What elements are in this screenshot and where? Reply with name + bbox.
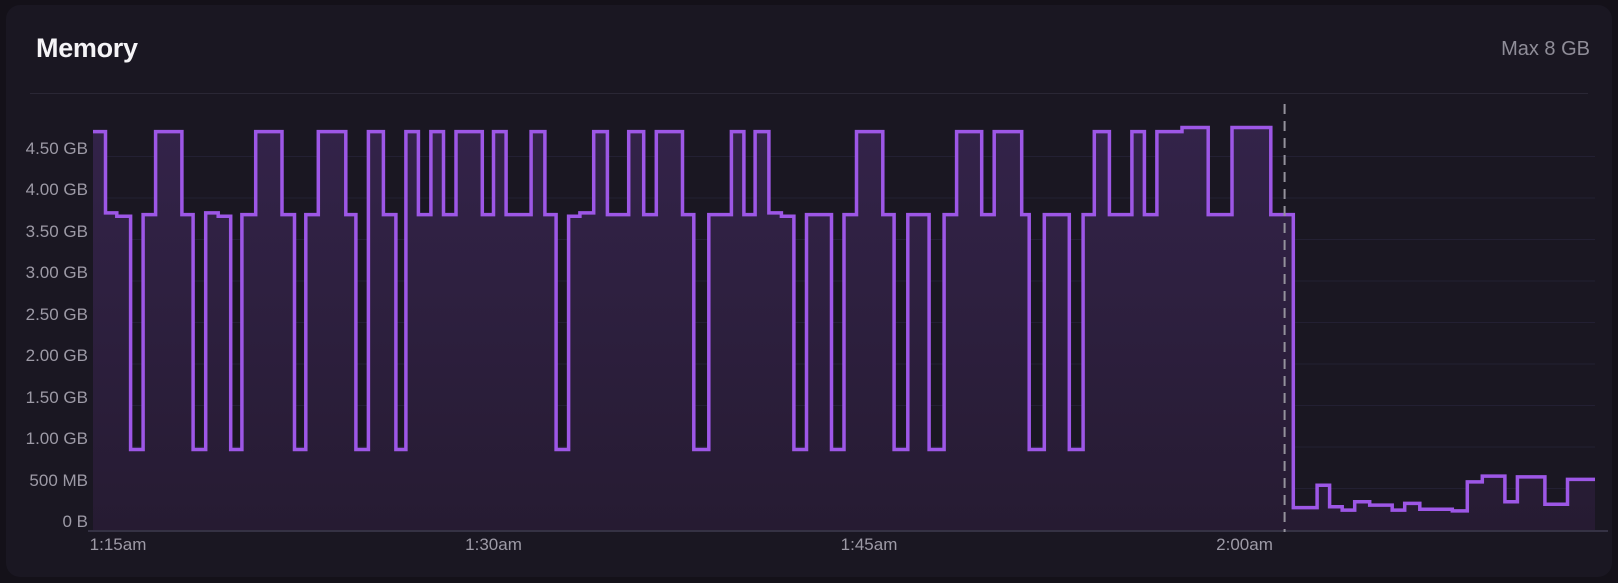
chart-plot-area[interactable]: [93, 104, 1595, 530]
header-divider: [30, 93, 1588, 94]
panel-header: Memory Max 8 GB: [6, 5, 1612, 93]
panel-title: Memory: [36, 33, 138, 64]
max-memory-label: Max 8 GB: [1501, 38, 1590, 61]
